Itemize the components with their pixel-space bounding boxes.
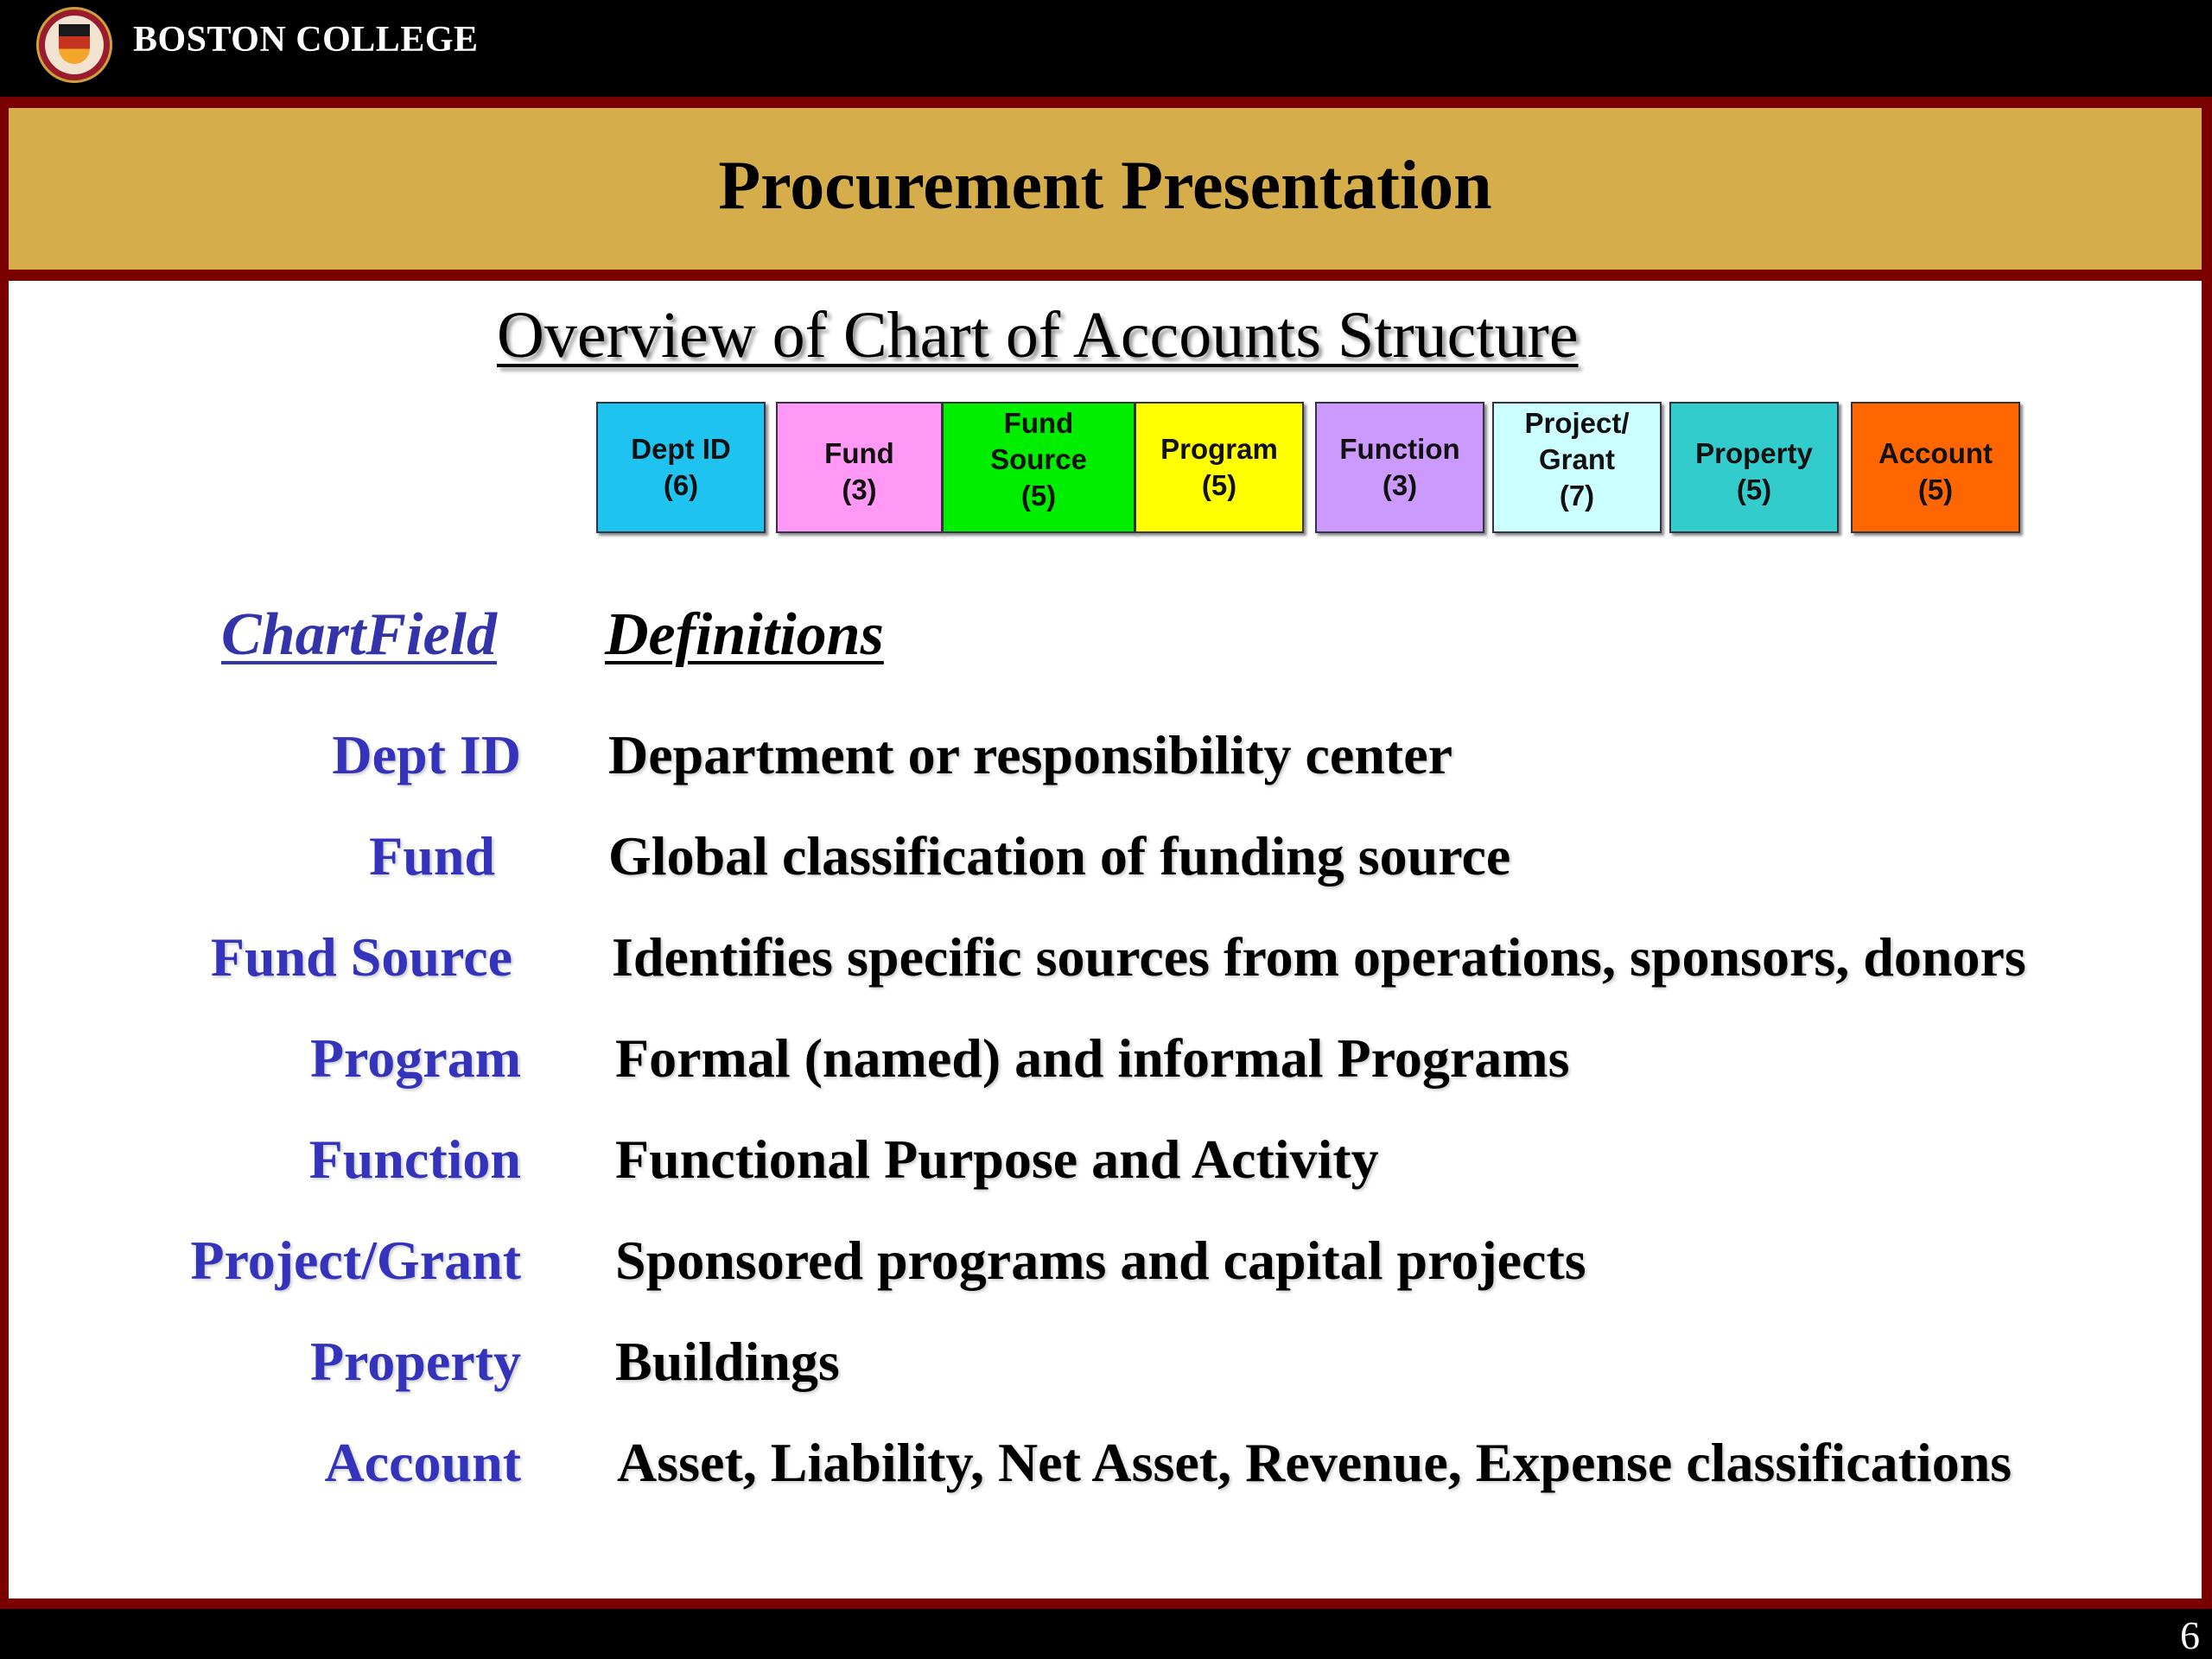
slide-title: Overview of Chart of Accounts Structure <box>497 299 1579 372</box>
box-label: Account <box>1878 437 1993 469</box>
box-label: Fund <box>824 437 894 469</box>
box-length: (5) <box>1020 480 1057 512</box>
structure-box-program: Program (5) <box>1135 402 1304 533</box>
chartfield-name: Function <box>308 1128 521 1190</box>
top-bar: BOSTON COLLEGE <box>0 0 2212 97</box>
box-length: (5) <box>1917 474 1954 505</box>
box-length: (5) <box>1736 474 1772 505</box>
chartfield-name: Fund <box>369 825 495 887</box>
definition-row: Account Asset, Liability, Net Asset, Rev… <box>9 1431 2202 1517</box>
boston-college-seal-icon <box>36 7 112 83</box>
chartfield-heading: ChartField <box>221 601 497 668</box>
seal-shield <box>59 24 90 64</box>
box-label-2: Grant <box>1538 443 1615 475</box>
slide-content: Overview of Chart of Accounts Structure … <box>9 281 2202 1599</box>
box-length: (6) <box>663 469 699 501</box>
structure-box-project-grant: Project/ Grant (7) <box>1492 402 1662 533</box>
definition-row: Property Buildings <box>9 1330 2202 1416</box>
chartfield-definition: Asset, Liability, Net Asset, Revenue, Ex… <box>617 1432 2012 1493</box>
box-label: Function <box>1339 433 1460 465</box>
box-label-2: Source <box>990 443 1087 475</box>
box-label: Program <box>1160 433 1278 465</box>
presentation-title: Procurement Presentation <box>718 148 1492 224</box>
title-banner: Procurement Presentation <box>9 108 2202 270</box>
box-label: Fund <box>1003 407 1074 439</box>
chartfield-definition: Identifies specific sources from operati… <box>612 926 2026 988</box>
definition-row: Fund Global classification of funding so… <box>9 824 2202 911</box>
chartfield-definition: Sponsored programs and capital projects <box>615 1230 1586 1291</box>
box-length: (3) <box>842 474 877 505</box>
definition-row: Program Formal (named) and informal Prog… <box>9 1027 2202 1113</box>
chartfield-name: Fund Source <box>210 926 512 988</box>
box-label: Property <box>1695 437 1813 469</box>
chartfield-definition: Department or responsibility center <box>608 724 1453 785</box>
structure-box-account: Account (5) <box>1851 402 2020 533</box>
chartfield-definition: Functional Purpose and Activity <box>615 1128 1379 1190</box>
chartfield-definition: Global classification of funding source <box>608 825 1511 887</box>
definitions-heading: Definitions <box>605 601 884 668</box>
chartfield-name: Account <box>324 1432 521 1493</box>
footer-bar: 6 <box>0 1609 2212 1659</box>
chartfield-definition: Formal (named) and informal Programs <box>615 1027 1570 1089</box>
definition-row: Dept ID Department or responsibility cen… <box>9 723 2202 810</box>
structure-box-fund: Fund (3) <box>776 402 943 533</box>
chartfield-name: Dept ID <box>332 724 521 785</box>
chartfield-name: Program <box>309 1027 521 1089</box>
box-length: (5) <box>1201 469 1237 501</box>
chartfield-name: Property <box>309 1331 521 1392</box>
chartfield-definition: Buildings <box>615 1331 840 1392</box>
definition-row: Project/Grant Sponsored programs and cap… <box>9 1229 2202 1315</box>
chartfield-name: Project/Grant <box>190 1230 521 1291</box>
structure-box-fund-source: Fund Source (5) <box>942 402 1135 533</box>
box-length: (3) <box>1382 469 1418 501</box>
definition-row: Fund Source Identifies specific sources … <box>9 925 2202 1012</box>
definition-row: Function Functional Purpose and Activity <box>9 1128 2202 1214</box>
brand-name: BOSTON COLLEGE <box>133 20 479 60</box>
structure-box-dept-id: Dept ID (6) <box>596 402 766 533</box>
box-length: (7) <box>1559 480 1595 512</box>
page-number: 6 <box>2180 1613 2200 1657</box>
structure-box-property: Property (5) <box>1669 402 1839 533</box>
box-label: Dept ID <box>631 433 731 465</box>
box-label: Project/ <box>1524 407 1630 439</box>
structure-box-function: Function (3) <box>1315 402 1484 533</box>
